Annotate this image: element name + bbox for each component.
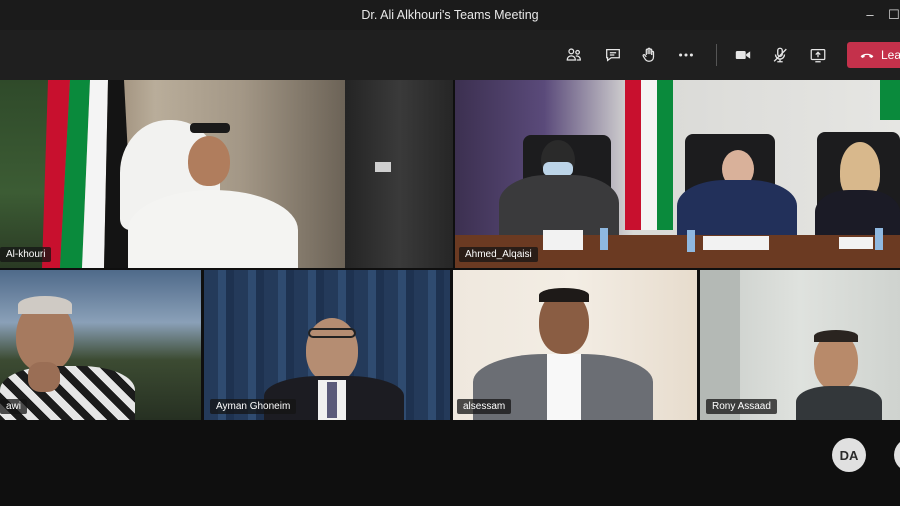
papers-right (839, 237, 873, 249)
toolbar-divider (716, 44, 717, 66)
camera-icon[interactable] (730, 42, 756, 68)
papers-left (543, 230, 583, 250)
participant-name: Al-khouri (0, 247, 52, 262)
video-tile-background-panel (345, 80, 453, 268)
face-mask (543, 162, 573, 176)
person-shirt (547, 354, 581, 420)
video-stage: Al-khouri Ahmed_Alqaisi awi Ayman Ghonei… (0, 80, 900, 506)
video-tile-ayman-ghoneim[interactable]: Ayman Ghoneim (204, 270, 450, 420)
minimize-button[interactable]: – (858, 0, 882, 30)
water-bottle (687, 230, 695, 252)
person-hair (539, 288, 589, 302)
leave-label: Leave (881, 48, 900, 62)
water-bottle (600, 228, 608, 250)
share-screen-icon[interactable] (805, 42, 831, 68)
video-tile-participant-3[interactable]: awi (0, 270, 201, 420)
participant-name: Rony Assaad (706, 399, 777, 414)
video-tile-alsessam[interactable]: alsessam (453, 270, 697, 420)
flag-image (625, 80, 673, 230)
meeting-toolbar: Leave (0, 30, 900, 80)
more-options-icon[interactable] (673, 42, 699, 68)
video-tile-ahmed-alqaisi[interactable]: Ahmed_Alqaisi (455, 80, 900, 268)
wall-switch (375, 162, 391, 172)
title-bar: Dr. Ali Alkhouri's Teams Meeting – ☐ (0, 0, 900, 30)
self-view-avatar[interactable]: DA (832, 438, 866, 472)
person-kandura (128, 190, 298, 268)
participants-icon[interactable] (561, 42, 587, 68)
water-bottle (875, 228, 883, 250)
leave-button[interactable]: Leave (847, 42, 900, 68)
video-tile-alkhouri[interactable]: Al-khouri (0, 80, 345, 268)
window-title: Dr. Ali Alkhouri's Teams Meeting (361, 8, 539, 22)
mic-muted-icon[interactable] (767, 42, 793, 68)
video-tile-rony-assaad[interactable]: Rony Assaad (700, 270, 900, 420)
person-shirt (796, 386, 882, 420)
participant-name: awi (0, 399, 28, 414)
raise-hand-icon[interactable] (636, 42, 662, 68)
wall-shadow (700, 270, 740, 420)
maximize-button[interactable]: ☐ (882, 0, 900, 30)
person-agal (190, 123, 230, 133)
hangup-icon (860, 53, 874, 58)
participant-name: Ayman Ghoneim (210, 399, 297, 414)
person-face (188, 136, 230, 186)
person-hair (814, 330, 858, 342)
person-hair (18, 296, 72, 314)
flag-edge (880, 80, 900, 120)
papers-center (703, 236, 769, 250)
participant-name: alsessam (457, 399, 512, 414)
glasses (308, 328, 356, 338)
person-hands (28, 362, 60, 392)
person-tie (327, 382, 337, 418)
chat-icon[interactable] (600, 42, 626, 68)
participant-name: Ahmed_Alqaisi (459, 247, 538, 262)
